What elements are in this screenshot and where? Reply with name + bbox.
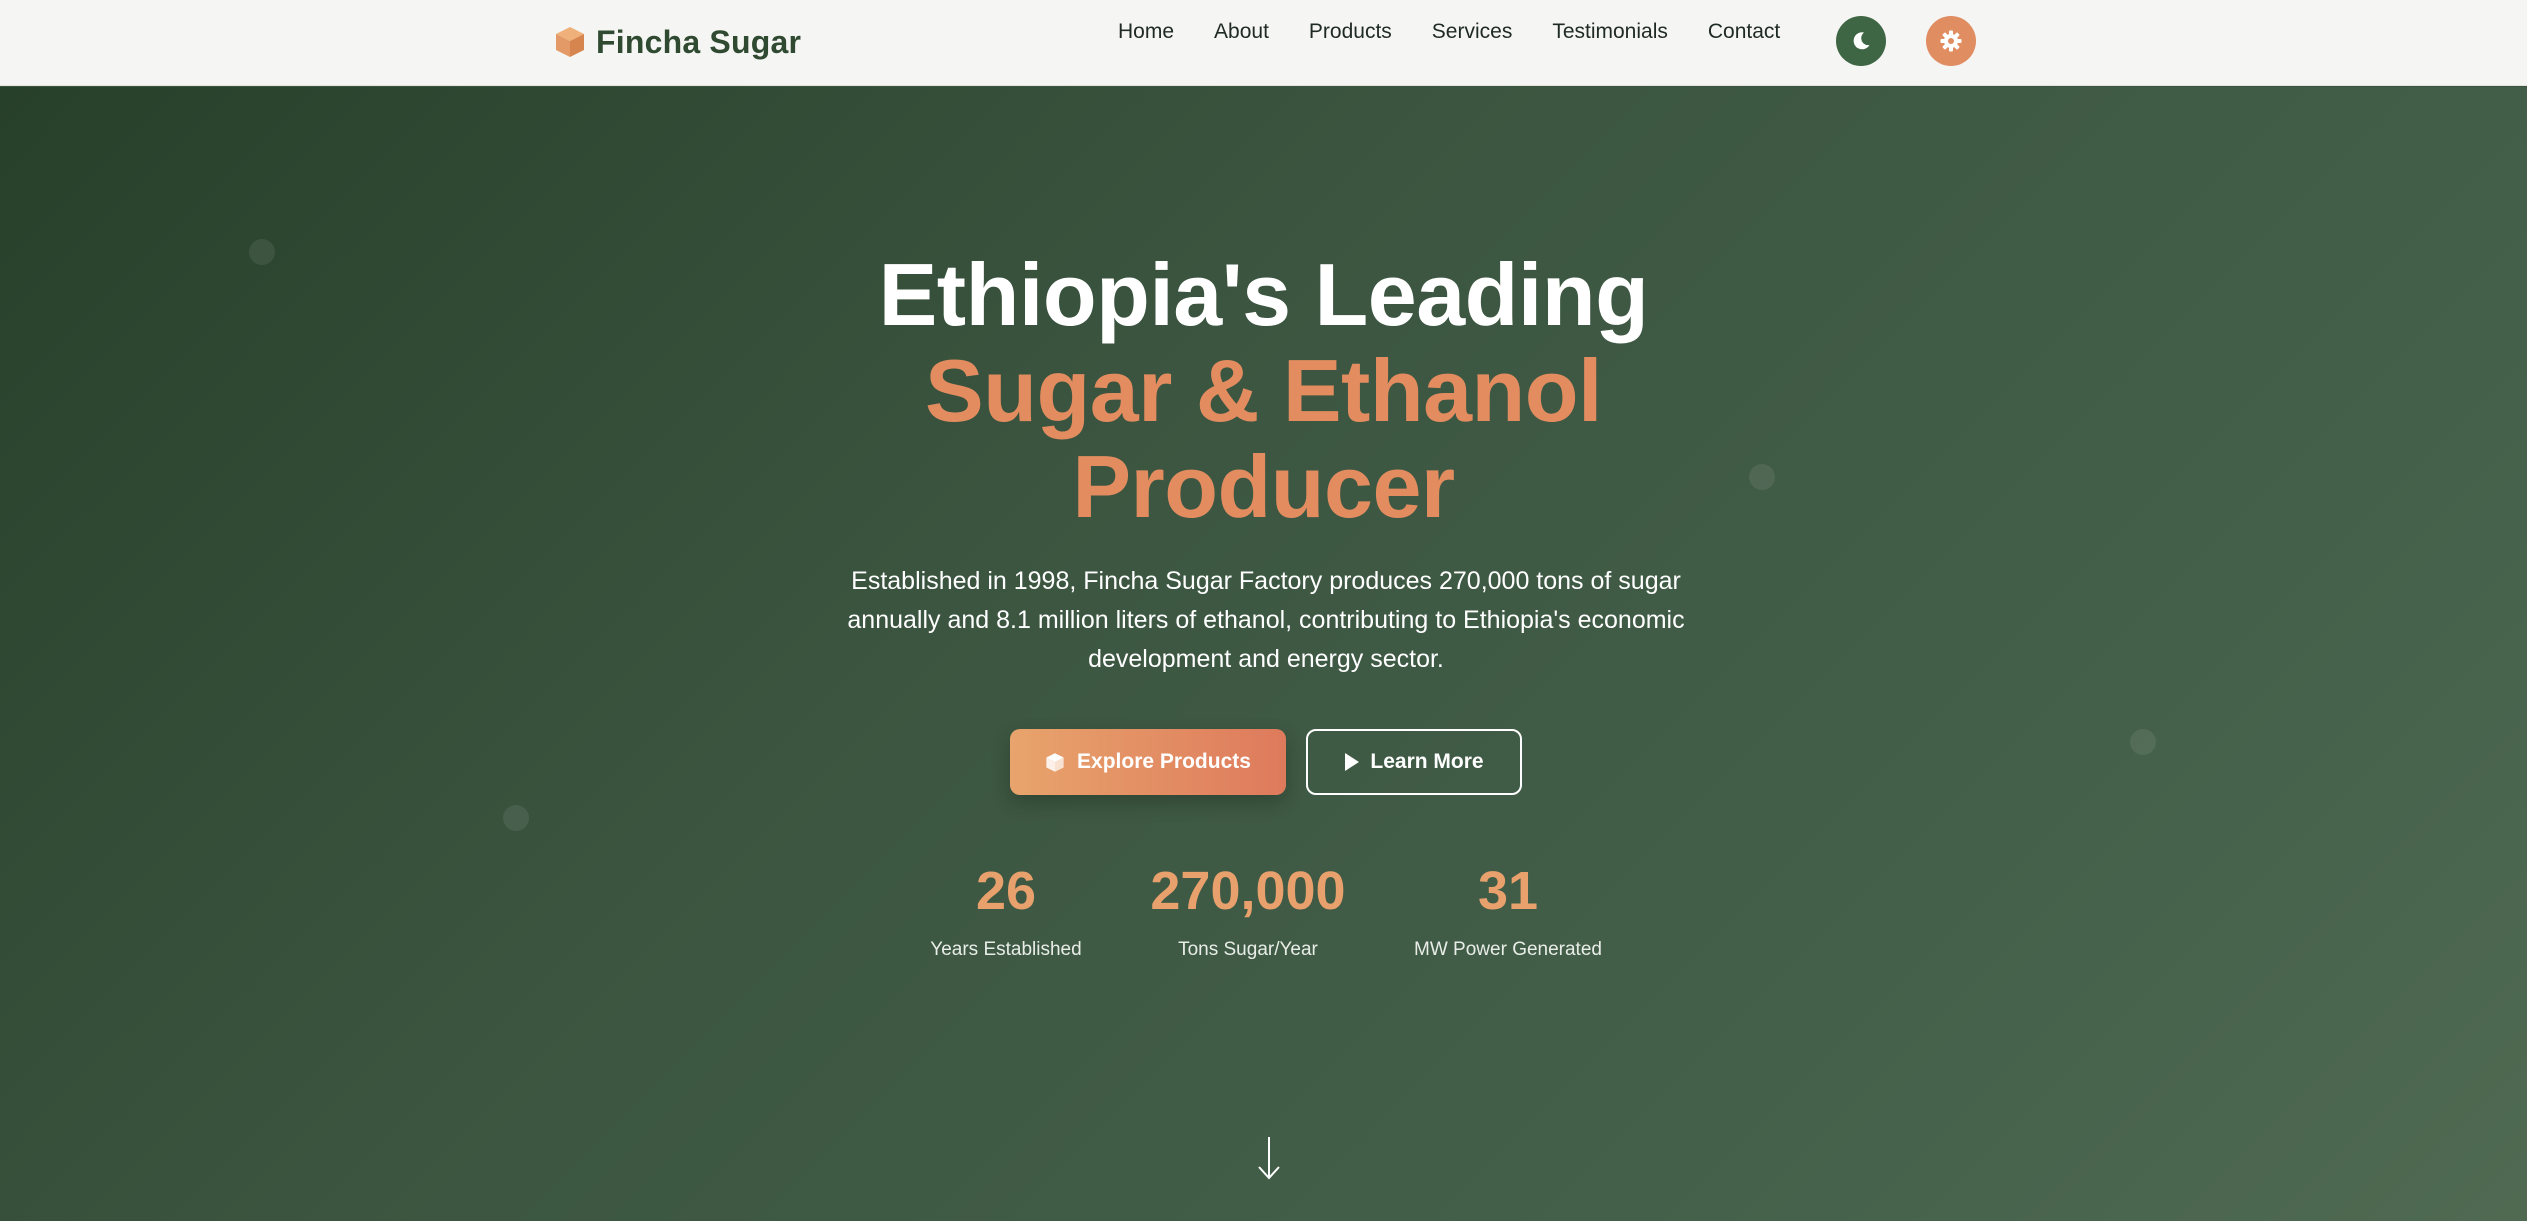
nav-link-products[interactable]: Products [1309,20,1392,44]
learn-more-button[interactable]: Learn More [1306,729,1522,795]
learn-more-label: Learn More [1370,750,1484,773]
stat-tons: 270,000 Tons Sugar/Year [1138,859,1358,961]
decorative-dot [503,805,529,831]
stat-label: Years Established [930,939,1082,960]
moon-icon [1853,32,1870,50]
stat-years: 26 Years Established [906,859,1106,961]
arrow-down-icon[interactable] [1254,1135,1284,1181]
navbar: Fincha Sugar Home About Products Service… [0,0,2527,86]
explore-products-label: Explore Products [1077,750,1251,773]
nav-link-testimonials[interactable]: Testimonials [1552,20,1668,44]
hero-title-line1: Ethiopia's Leading [878,245,1649,344]
stat-value: 31 [1477,861,1539,921]
nav-link-about[interactable]: About [1214,20,1269,44]
nav-link-services[interactable]: Services [1432,20,1513,44]
stat-label: Tons Sugar/Year [1178,939,1318,960]
brand-name: Fincha Sugar [596,23,802,60]
play-icon [1345,753,1360,771]
theme-toggle-button[interactable] [1836,16,1886,66]
nav-link-home[interactable]: Home [1118,20,1174,44]
stat-power: 31 MW Power Generated [1398,859,1618,961]
stat-value: 26 [975,861,1037,921]
stat-value: 270,000 [1150,861,1346,921]
explore-products-button[interactable]: Explore Products [1010,729,1286,795]
hero-description: Established in 1998, Fincha Sugar Factor… [847,567,1685,673]
decorative-dot [2130,729,2156,755]
cube-icon [1046,752,1064,772]
nav-link-contact[interactable]: Contact [1708,20,1780,44]
hero-title-line3: Producer [1072,437,1455,536]
settings-button[interactable] [1926,16,1976,66]
stat-label: MW Power Generated [1414,939,1602,960]
hero-title-line2: Sugar & Ethanol [925,341,1603,440]
hero-section: Ethiopia's Leading Sugar & Ethanol Produ… [0,87,2527,1221]
gear-icon [1940,30,1962,52]
cube-icon [556,27,584,57]
nav-menu: Home About Products Services Testimonial… [1118,0,1780,64]
brand-logo[interactable]: Fincha Sugar [554,22,801,62]
